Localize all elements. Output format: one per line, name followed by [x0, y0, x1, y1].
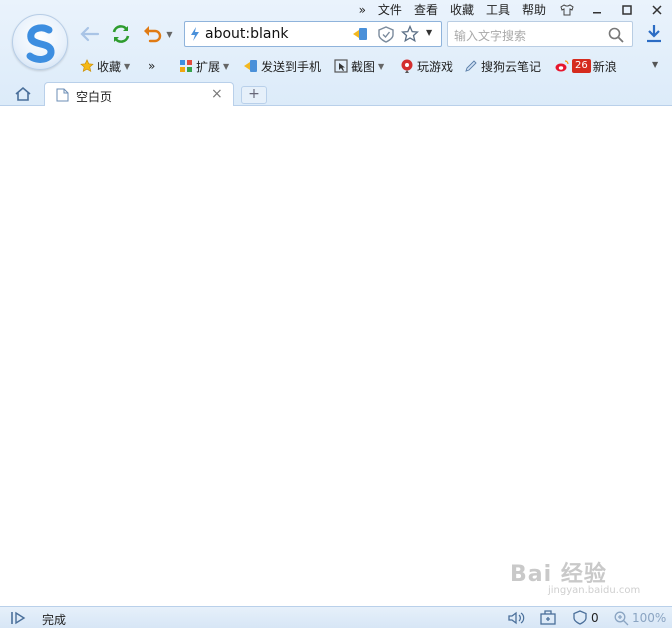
shield-count: 0: [591, 611, 599, 625]
menu-file[interactable]: 文件: [372, 0, 408, 20]
favorite-star-icon[interactable]: [401, 25, 419, 43]
status-text: 完成: [42, 613, 67, 627]
star-icon: [80, 59, 94, 73]
close-window-button[interactable]: [642, 0, 672, 20]
toolbox-icon[interactable]: [540, 610, 556, 625]
home-button[interactable]: [14, 86, 32, 105]
lightning-icon: [191, 27, 199, 41]
bookmark-cloud-notes[interactable]: 搜狗云笔记: [464, 56, 541, 76]
screenshot-dropdown-icon[interactable]: ▼: [378, 62, 384, 71]
menu-view[interactable]: 查看: [408, 0, 444, 20]
pencil-icon: [465, 60, 477, 72]
back-arrow-icon: [80, 26, 100, 42]
bookmark-send-to-phone[interactable]: 发送到手机: [244, 56, 321, 76]
menu-help[interactable]: 帮助: [516, 0, 552, 20]
search-box[interactable]: 输入文字搜索: [447, 21, 633, 47]
bookmark-games-label: 玩游戏: [417, 59, 454, 74]
undo-dropdown-icon[interactable]: ▼: [166, 30, 172, 39]
bookmark-favorites-label: 收藏: [97, 59, 122, 74]
minimize-button[interactable]: [582, 0, 612, 20]
sogou-logo[interactable]: [12, 14, 68, 70]
zoom-level[interactable]: 100%: [632, 611, 666, 625]
download-icon[interactable]: [645, 24, 663, 44]
extensions-dropdown-icon[interactable]: ▼: [223, 62, 229, 71]
shield-icon[interactable]: [573, 610, 587, 625]
menu-favorites[interactable]: 收藏: [444, 0, 480, 20]
search-icon[interactable]: [608, 27, 624, 43]
zoom-icon[interactable]: [614, 611, 629, 626]
maximize-button[interactable]: [612, 0, 642, 20]
bookmark-more-label: »: [148, 59, 156, 73]
refresh-icon: [112, 25, 130, 43]
bookmark-more[interactable]: »: [148, 56, 155, 76]
undo-close-button[interactable]: ▼: [140, 22, 176, 46]
bookmark-games[interactable]: 玩游戏: [400, 56, 453, 76]
watermark-url: jingyan.baidu.com: [548, 585, 641, 596]
bookmark-send-to-phone-label: 发送到手机: [261, 59, 322, 74]
bookmark-favorites[interactable]: 收藏 ▼: [80, 56, 130, 76]
skin-icon[interactable]: [552, 0, 582, 20]
menu-more[interactable]: »: [353, 0, 372, 20]
undo-icon: [144, 26, 162, 43]
tab-title: 空白页: [76, 90, 113, 104]
games-icon: [401, 59, 413, 73]
tab-close-icon[interactable]: ×: [211, 86, 223, 102]
weibo-badge: 26: [572, 59, 591, 73]
search-input[interactable]: 输入文字搜索: [454, 27, 526, 44]
bookmark-extensions[interactable]: 扩展 ▼: [179, 56, 229, 76]
bookmark-weibo-label: 新浪: [592, 59, 617, 74]
status-bar: 完成 0 100%: [0, 606, 672, 628]
sidebar-toggle-icon[interactable]: [10, 611, 26, 625]
address-input[interactable]: about:blank: [205, 26, 288, 42]
bookmark-screenshot-label: 截图: [351, 59, 376, 74]
watermark-brand: Bai 经验: [510, 562, 607, 587]
bookmark-extensions-label: 扩展: [196, 59, 221, 74]
extensions-grid-icon: [180, 60, 192, 72]
bookmark-cloud-notes-label: 搜狗云笔记: [481, 59, 542, 74]
page-content: [0, 106, 672, 606]
bookmark-weibo[interactable]: 26 新浪: [555, 56, 617, 76]
tab-blank-page[interactable]: 空白页 ×: [44, 82, 234, 107]
back-button[interactable]: [77, 22, 103, 46]
refresh-button[interactable]: [108, 22, 134, 46]
home-icon: [15, 86, 31, 101]
screenshot-icon: [334, 59, 348, 73]
security-shield-icon[interactable]: [378, 26, 394, 43]
send-to-phone-icon[interactable]: [353, 27, 369, 41]
page-icon: [56, 88, 69, 102]
speaker-icon[interactable]: [508, 611, 526, 625]
favorites-dropdown-icon[interactable]: ▼: [124, 62, 130, 71]
bookmark-screenshot[interactable]: 截图 ▼: [334, 56, 384, 76]
address-bar[interactable]: about:blank ▼: [184, 21, 442, 47]
new-tab-button[interactable]: +: [241, 86, 267, 104]
weibo-icon: [555, 60, 569, 72]
menu-bar: » 文件 查看 收藏 工具 帮助: [353, 0, 672, 20]
menu-tools[interactable]: 工具: [480, 0, 516, 20]
bookmarks-overflow-icon[interactable]: ▼: [652, 60, 658, 69]
phone-send-icon: [244, 60, 257, 72]
browser-chrome: » 文件 查看 收藏 工具 帮助 ▼ about:blank ▼ 输入文字搜索 …: [0, 0, 672, 107]
address-dropdown-icon[interactable]: ▼: [426, 28, 432, 37]
